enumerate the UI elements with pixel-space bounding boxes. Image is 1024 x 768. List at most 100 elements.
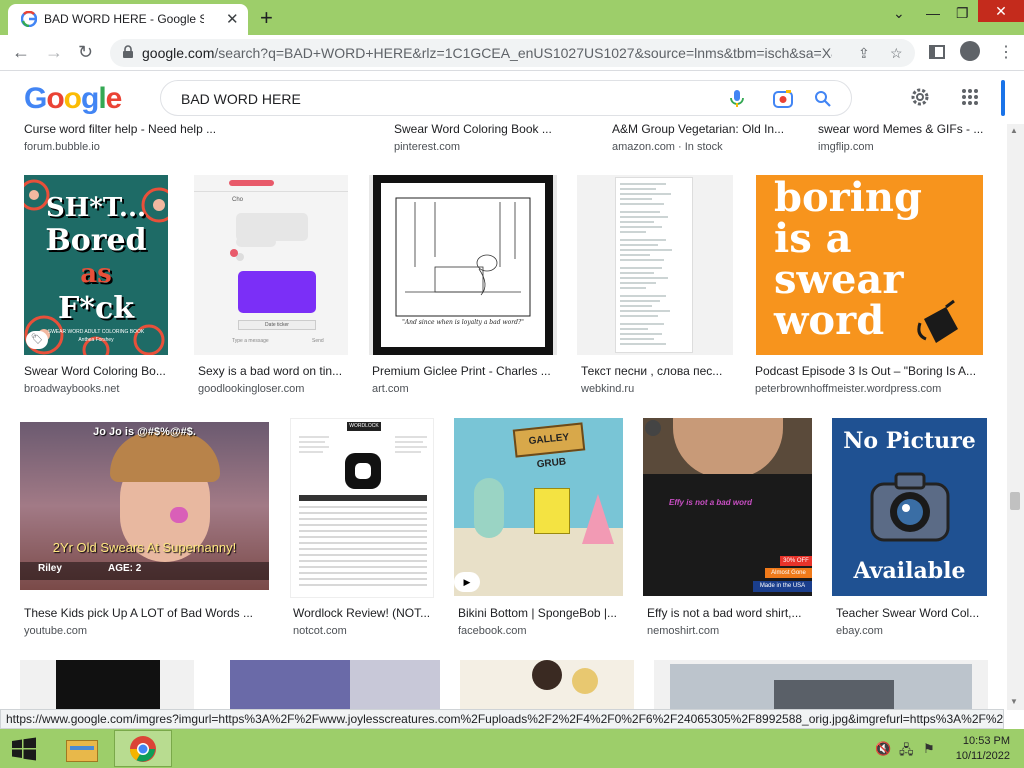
result-caption[interactable]: swear word Memes & GIFs - ...	[818, 122, 988, 136]
new-tab-icon[interactable]: +	[260, 5, 273, 31]
page-scrollbar[interactable]	[1007, 124, 1024, 710]
result-source: peterbrownhoffmeister.wordpress.com	[755, 383, 942, 395]
share-icon[interactable]: ⇪	[858, 45, 870, 62]
result-thumbnail[interactable]	[460, 660, 634, 710]
result-source: facebook.com	[458, 625, 527, 637]
search-box[interactable]	[160, 80, 852, 116]
chevron-down-icon[interactable]: ⌄	[893, 5, 905, 22]
result-caption[interactable]: Текст песни , слова пес...	[581, 364, 731, 378]
bookmark-star-icon[interactable]: ☆	[890, 45, 903, 62]
camera-lens-icon[interactable]	[772, 89, 794, 109]
address-bar[interactable]: google.com/search?q=BAD+WORD+HERE&rlz=1C…	[110, 39, 915, 67]
squidward	[474, 478, 504, 538]
result-item[interactable]: Teacher Swear Word Col... ebay.com	[836, 606, 991, 637]
camera-icon	[870, 472, 950, 542]
result-source: forum.bubble.io	[24, 141, 100, 153]
scroll-up-arrow-icon[interactable]: ▲	[1010, 126, 1018, 135]
result-thumbnail[interactable]	[230, 660, 440, 710]
result-thumbnail[interactable]: GALLEY GRUB ▶	[454, 418, 623, 596]
result-thumbnail[interactable]: SH*T... Bored as F*ck SWEAR WORD ADULT C…	[24, 175, 168, 355]
result-item[interactable]: Premium Giclee Print - Charles ... art.c…	[372, 364, 557, 395]
result-thumbnail[interactable]: Cho Date ticker Type a message Send	[194, 175, 348, 355]
cartoon-drawing	[395, 197, 531, 317]
settings-gear-icon[interactable]	[909, 86, 931, 108]
speaker-muted-icon[interactable]: 🔇	[875, 741, 891, 757]
spongebob	[534, 488, 570, 534]
result-item[interactable]: Sexy is a bad word on tin... goodlooking…	[198, 364, 348, 395]
microphone-icon[interactable]	[729, 89, 745, 109]
close-tab-icon[interactable]: ✕	[226, 10, 239, 28]
result-item[interactable]: A&M Group Vegetarian: Old In... amazon.c…	[612, 122, 807, 153]
result-item[interactable]: Effy is not a bad word shirt,... nemoshi…	[647, 606, 812, 637]
type-message: Type a message	[232, 338, 269, 344]
back-icon[interactable]: ←	[12, 42, 30, 63]
result-item[interactable]: Wordlock Review! (NOT... notcot.com	[293, 606, 433, 637]
sign-in-button[interactable]	[1001, 80, 1005, 116]
result-caption[interactable]: Swear Word Coloring Book ...	[394, 122, 599, 136]
result-item[interactable]: Swear Word Coloring Bo... broadwaybooks.…	[24, 364, 172, 395]
result-thumbnail[interactable]: No Picture Available	[832, 418, 987, 596]
window-close-icon[interactable]: ✕	[978, 0, 1024, 22]
result-thumbnail[interactable]: "And since when is loyalty a bad word?"	[369, 175, 557, 355]
action-center-icon[interactable]: ⚑	[923, 741, 935, 757]
result-caption[interactable]: Premium Giclee Print - Charles ...	[372, 364, 557, 378]
link-status-bar: https://www.google.com/imgres?imgurl=htt…	[0, 709, 1004, 729]
result-caption[interactable]: Wordlock Review! (NOT...	[293, 606, 433, 620]
result-caption[interactable]: Swear Word Coloring Bo...	[24, 364, 172, 378]
apps-grid-icon[interactable]	[961, 88, 979, 106]
result-caption[interactable]: Bikini Bottom | SpongeBob |...	[458, 606, 623, 620]
result-thumbnail[interactable]: Jo Jo is @#$%@#$. 2Yr Old Swears At Supe…	[20, 422, 269, 590]
result-thumbnail[interactable]: boring is a swear word	[756, 175, 983, 355]
result-item[interactable]: Swear Word Coloring Book ... pinterest.c…	[394, 122, 599, 153]
result-caption[interactable]: Teacher Swear Word Col...	[836, 606, 991, 620]
result-thumbnail[interactable]: Effy is not a bad word 30% OFF Almost Go…	[643, 418, 812, 596]
result-item[interactable]: Bikini Bottom | SpongeBob |... facebook.…	[458, 606, 623, 637]
result-thumbnail[interactable]	[654, 660, 988, 710]
search-input[interactable]	[181, 89, 701, 109]
result-caption[interactable]: These Kids pick Up A LOT of Bad Words ..…	[24, 606, 264, 620]
browser-tab[interactable]: BAD WORD HERE - Google Search ✕	[8, 4, 248, 35]
google-logo[interactable]: Google	[24, 84, 122, 114]
result-thumbnail[interactable]: WORDLOCK	[290, 418, 434, 598]
result-thumbnail[interactable]	[577, 175, 733, 355]
address-url: google.com/search?q=BAD+WORD+HERE&rlz=1C…	[142, 45, 832, 61]
image-text: GALLEY GRUB	[512, 422, 586, 470]
restore-icon[interactable]: ❐	[956, 5, 969, 22]
result-item[interactable]: Curse word filter help - Need help ... f…	[24, 122, 384, 153]
result-caption[interactable]: Sexy is a bad word on tin...	[198, 364, 348, 378]
result-caption[interactable]: Podcast Episode 3 Is Out – "Boring Is A.…	[755, 364, 985, 378]
search-icon[interactable]	[814, 89, 832, 109]
file-explorer-icon[interactable]	[60, 732, 104, 766]
more-menu-icon[interactable]: ⋮	[998, 42, 1014, 62]
result-source: youtube.com	[24, 625, 87, 637]
minimize-icon[interactable]: —	[926, 5, 940, 21]
taskbar-clock[interactable]: 10:53 PM 10/11/2022	[950, 734, 1010, 764]
windows-start-icon[interactable]	[11, 737, 37, 761]
scroll-down-arrow-icon[interactable]: ▼	[1010, 697, 1018, 706]
result-caption[interactable]: Curse word filter help - Need help ...	[24, 122, 384, 136]
reload-icon[interactable]: ↻	[78, 42, 93, 63]
play-video-icon[interactable]: ▶	[454, 572, 480, 592]
chrome-icon	[129, 736, 156, 762]
network-icon[interactable]: 🖧	[899, 741, 914, 763]
image-text: Available	[853, 558, 966, 584]
teapot-icon	[917, 299, 958, 343]
windows-taskbar: 🔇 🖧 ⚑ 10:53 PM 10/11/2022	[0, 729, 1024, 768]
result-caption[interactable]: A&M Group Vegetarian: Old In...	[612, 122, 807, 136]
google-header: Google	[0, 72, 1024, 124]
profile-avatar-icon[interactable]	[960, 41, 980, 61]
patrick	[582, 494, 614, 544]
forward-icon[interactable]: →	[45, 42, 63, 63]
result-item[interactable]: swear word Memes & GIFs - ... imgflip.co…	[818, 122, 988, 153]
result-item[interactable]: Текст песни , слова пес... webkind.ru	[581, 364, 731, 395]
browser-tab-bar: BAD WORD HERE - Google Search ✕ + ⌄ — ❐ …	[0, 0, 1024, 35]
scrollbar-thumb[interactable]	[1010, 492, 1020, 510]
result-caption[interactable]: Effy is not a bad word shirt,...	[647, 606, 812, 620]
chrome-taskbar-button[interactable]	[114, 730, 172, 767]
result-item[interactable]: These Kids pick Up A LOT of Bad Words ..…	[24, 606, 264, 637]
result-thumbnail[interactable]	[20, 660, 194, 710]
result-source: nemoshirt.com	[647, 625, 720, 637]
side-panel-icon[interactable]	[929, 45, 945, 59]
result-item[interactable]: Podcast Episode 3 Is Out – "Boring Is A.…	[755, 364, 985, 395]
image-text: Almost Gone	[765, 568, 812, 578]
